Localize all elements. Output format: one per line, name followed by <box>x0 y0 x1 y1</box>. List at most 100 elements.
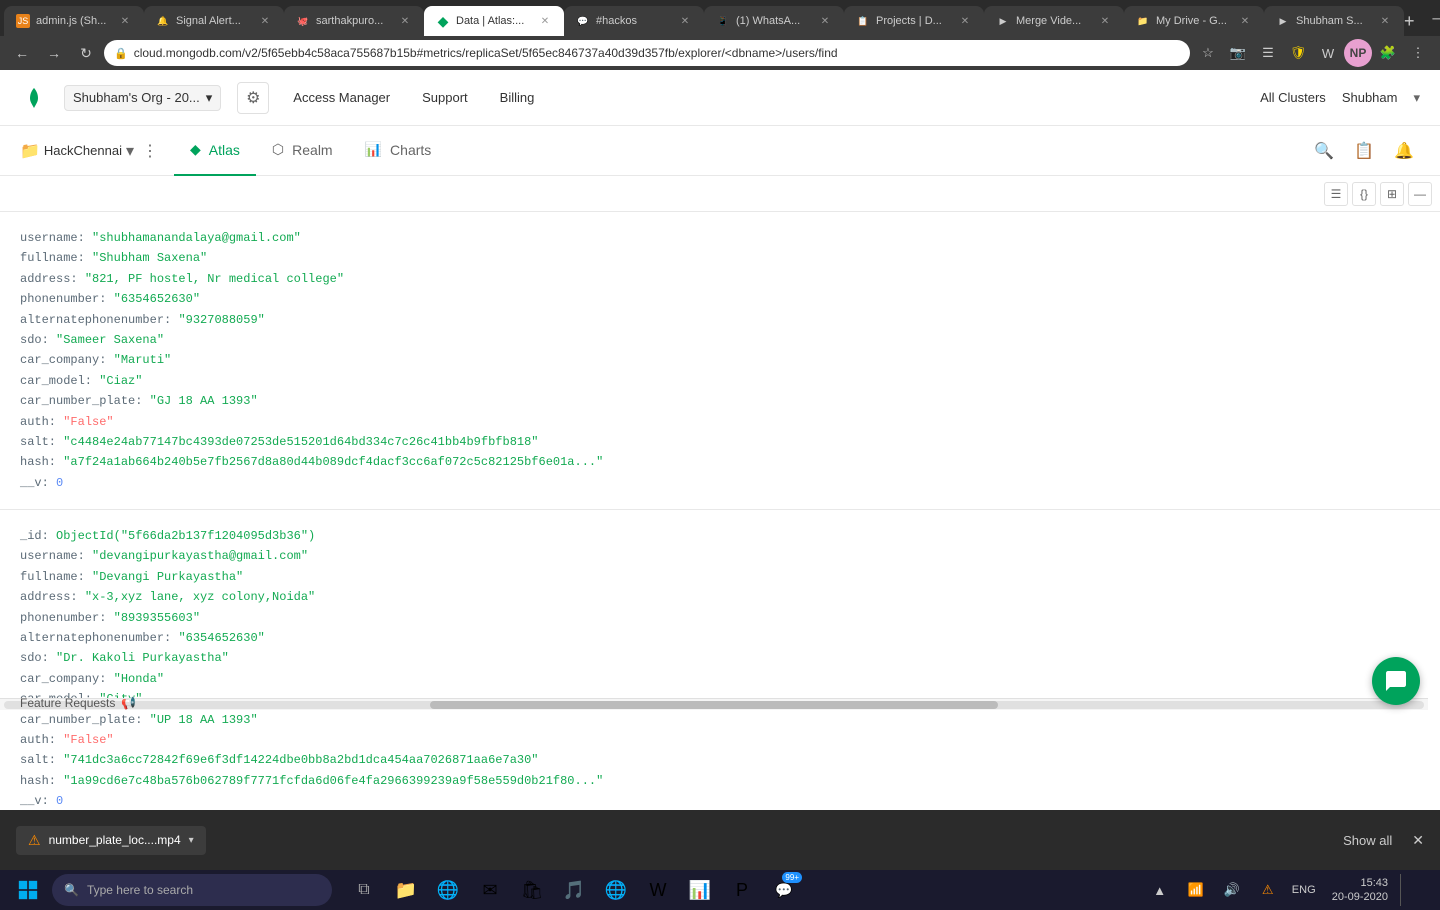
refresh-button[interactable]: ↻ <box>72 39 100 67</box>
tab-title-1: admin.js (Sh... <box>36 15 112 27</box>
browser-pinned-icon: 🌐 <box>605 880 627 901</box>
tab-close-6[interactable]: ✕ <box>818 14 832 28</box>
project-more-button[interactable]: ⋮ <box>138 139 162 163</box>
view-more-btn[interactable]: — <box>1408 182 1432 206</box>
tab-close-9[interactable]: ✕ <box>1238 14 1252 28</box>
bell-icon-btn[interactable]: 🔔 <box>1388 135 1420 167</box>
minimize-button[interactable]: ─ <box>1415 0 1440 36</box>
browser-tab-4[interactable]: ◆ Data | Atlas:... ✕ <box>424 6 564 36</box>
show-desktop-btn[interactable] <box>1400 874 1432 906</box>
tab-atlas[interactable]: ◆ Atlas <box>174 126 256 176</box>
download-item[interactable]: ⚠ number_plate_loc....mp4 ▾ <box>16 826 206 855</box>
show-all-button[interactable]: Show all <box>1343 833 1392 848</box>
taskbar-word[interactable]: W <box>638 870 678 910</box>
taskbar-notifications-badge[interactable]: 💬 99+ <box>764 870 804 910</box>
view-list-btn[interactable]: ☰ <box>1324 182 1348 206</box>
taskbar-edge[interactable]: 🌐 <box>428 870 468 910</box>
feature-requests[interactable]: Feature Requests 📢 <box>20 696 136 710</box>
support-link[interactable]: Support <box>414 86 476 109</box>
taskbar-powerpoint[interactable]: P <box>722 870 762 910</box>
access-manager-link[interactable]: Access Manager <box>285 86 398 109</box>
user-menu[interactable]: Shubham <box>1342 90 1398 105</box>
bookmark-star-icon[interactable]: ☆ <box>1194 39 1222 67</box>
doc2-phonenumber: phonenumber: "8939355603" <box>20 608 1420 628</box>
tab-close-3[interactable]: ✕ <box>398 14 412 28</box>
tab-close-10[interactable]: ✕ <box>1378 14 1392 28</box>
all-clusters-link[interactable]: All Clusters <box>1260 90 1326 105</box>
nav-tabs: ◆ Atlas ⬡ Realm 📊 Charts <box>174 126 447 176</box>
taskbar-store[interactable]: 🛍 <box>512 870 552 910</box>
doc2-fullname: fullname: "Devangi Purkayastha" <box>20 567 1420 587</box>
browser-tab-7[interactable]: 📋 Projects | D... ✕ <box>844 6 984 36</box>
taskbar-search[interactable]: 🔍 Type here to search <box>52 874 332 906</box>
wallet-icon[interactable]: W <box>1314 39 1342 67</box>
taskbar-app-9[interactable]: 📊 <box>680 870 720 910</box>
browser-tab-8[interactable]: ▶ Merge Vide... ✕ <box>984 6 1124 36</box>
browser-tab-6[interactable]: 📱 (1) WhatsA... ✕ <box>704 6 844 36</box>
taskbar-browser-pinned[interactable]: 🌐 <box>596 870 636 910</box>
reader-mode-icon[interactable]: ☰ <box>1254 39 1282 67</box>
leaf-icon <box>22 86 46 110</box>
view-table-btn[interactable]: ⊞ <box>1380 182 1404 206</box>
tab-title-6: (1) WhatsA... <box>736 15 812 27</box>
tab-title-8: Merge Vide... <box>1016 15 1092 27</box>
browser-tab-1[interactable]: JS admin.js (Sh... ✕ <box>4 6 144 36</box>
tab-close-8[interactable]: ✕ <box>1098 14 1112 28</box>
taskbar-file-explorer[interactable]: 📁 <box>386 870 426 910</box>
address-bar[interactable]: 🔒 cloud.mongodb.com/v2/5f65ebb4c58aca755… <box>104 40 1190 66</box>
horizontal-scrollbar[interactable] <box>0 698 1428 710</box>
billing-link[interactable]: Billing <box>492 86 543 109</box>
volume-icon[interactable]: 🔊 <box>1216 874 1248 906</box>
atlas-tab-icon: ◆ <box>190 141 201 158</box>
norton-icon[interactable]: 🛡 <box>1284 39 1312 67</box>
tab-close-5[interactable]: ✕ <box>678 14 692 28</box>
view-json-btn[interactable]: {} <box>1352 182 1376 206</box>
browser-tab-3[interactable]: 🐙 sarthakpuro... ✕ <box>284 6 424 36</box>
start-button[interactable] <box>8 870 48 910</box>
user-dropdown-icon[interactable]: ▾ <box>1413 90 1420 106</box>
data-panel: ☰ {} ⊞ — username: "shubhamanandalaya@gm… <box>0 176 1440 810</box>
browser-tabs: JS admin.js (Sh... ✕ 🔔 Signal Alert... ✕… <box>0 0 1440 36</box>
language-icon[interactable]: ENG <box>1288 874 1320 906</box>
chat-button[interactable] <box>1372 657 1420 705</box>
system-clock[interactable]: 15:43 20-09-2020 <box>1324 876 1396 905</box>
forward-button[interactable]: → <box>40 39 68 67</box>
tab-close-1[interactable]: ✕ <box>118 14 132 28</box>
tray-up-icon[interactable]: ▲ <box>1144 874 1176 906</box>
browser-tab-9[interactable]: 📁 My Drive - G... ✕ <box>1124 6 1264 36</box>
doc2-id: _id: ObjectId("5f66da2b137f1204095d3b36"… <box>20 526 1420 546</box>
warning-icon[interactable]: ⚠ <box>1252 874 1284 906</box>
tab-close-2[interactable]: ✕ <box>258 14 272 28</box>
close-downloads-button[interactable]: ✕ <box>1412 832 1424 849</box>
taskbar-task-view[interactable]: ⧉ <box>344 870 384 910</box>
tab-close-7[interactable]: ✕ <box>958 14 972 28</box>
tab-charts[interactable]: 📊 Charts <box>349 126 448 176</box>
menu-icon[interactable]: ⋮ <box>1404 39 1432 67</box>
taskbar-spotify[interactable]: 🎵 <box>554 870 594 910</box>
activity-icon-btn[interactable]: 📋 <box>1348 135 1380 167</box>
browser-tab-2[interactable]: 🔔 Signal Alert... ✕ <box>144 6 284 36</box>
tab-close-4[interactable]: ✕ <box>538 14 552 28</box>
org-selector[interactable]: Shubham's Org - 20... ▾ <box>64 85 221 111</box>
download-chevron-icon[interactable]: ▾ <box>189 835 194 846</box>
new-tab-button[interactable]: + <box>1404 6 1415 36</box>
doc1-username: username: "shubhamanandalaya@gmail.com" <box>20 228 1420 248</box>
screenshot-icon[interactable]: 📷 <box>1224 39 1252 67</box>
back-button[interactable]: ← <box>8 39 36 67</box>
browser-tab-5[interactable]: 💬 #hackos ✕ <box>564 6 704 36</box>
doc1-phonenumber: phonenumber: "6354652630" <box>20 289 1420 309</box>
org-settings-button[interactable]: ⚙ <box>237 82 269 114</box>
search-icon-btn[interactable]: 🔍 <box>1308 135 1340 167</box>
doc2-car-plate: car_number_plate: "UP 18 AA 1393" <box>20 710 1420 730</box>
tab-favicon-5: 💬 <box>576 14 590 28</box>
scrollbar-thumb[interactable] <box>430 701 998 709</box>
taskbar-mail[interactable]: ✉ <box>470 870 510 910</box>
toolbar-icons: ☆ 📷 ☰ 🛡 W NP 🧩 ⋮ <box>1194 39 1432 67</box>
tab-realm[interactable]: ⬡ Realm <box>256 126 349 176</box>
extensions-icon[interactable]: 🧩 <box>1374 39 1402 67</box>
browser-tab-10[interactable]: ▶ Shubham S... ✕ <box>1264 6 1404 36</box>
network-icon[interactable]: 📶 <box>1180 874 1212 906</box>
browser-profile[interactable]: NP <box>1344 39 1372 67</box>
doc1-v: __v: 0 <box>20 473 1420 493</box>
project-dropdown-icon[interactable]: ▾ <box>126 141 134 161</box>
